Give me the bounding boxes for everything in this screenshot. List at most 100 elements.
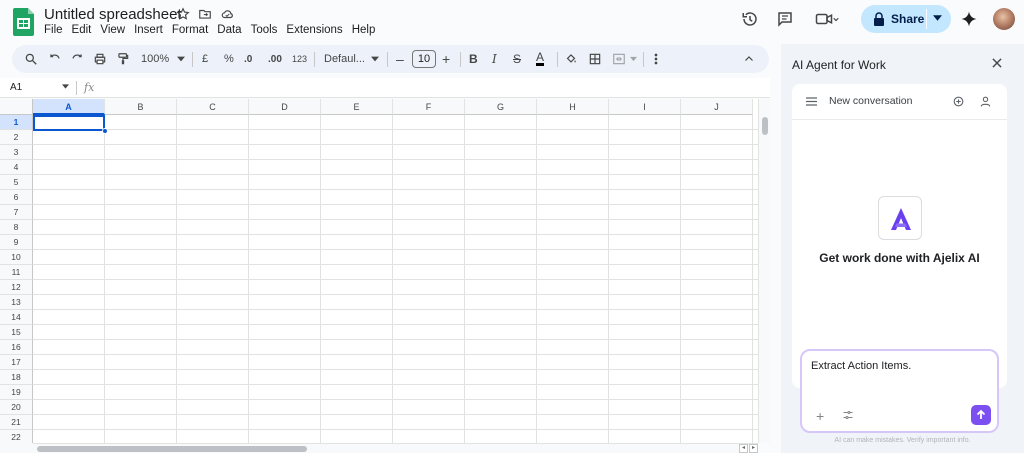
number-format-button[interactable]: 123 xyxy=(292,51,307,67)
font-size-input[interactable]: 10 xyxy=(412,50,436,68)
row-header-17[interactable]: 17 xyxy=(0,355,33,370)
hamburger-menu-icon[interactable] xyxy=(806,97,817,106)
borders-icon[interactable] xyxy=(588,51,602,67)
close-icon[interactable] xyxy=(990,56,1004,70)
italic-button[interactable]: I xyxy=(492,51,497,67)
menu-extensions[interactable]: Extensions xyxy=(286,24,347,36)
menu-help[interactable]: Help xyxy=(352,24,381,36)
redo-icon[interactable] xyxy=(70,51,84,67)
gemini-spark-icon[interactable] xyxy=(960,10,978,28)
sheets-logo-icon[interactable] xyxy=(12,6,36,36)
row-header-14[interactable]: 14 xyxy=(0,310,33,325)
row-header-8[interactable]: 8 xyxy=(0,220,33,235)
name-box[interactable]: A1 xyxy=(10,82,22,93)
document-title[interactable]: Untitled spreadsheet xyxy=(44,6,182,23)
decrease-decimal-button[interactable]: .0 xyxy=(244,51,252,67)
text-color-button[interactable]: A xyxy=(536,50,545,66)
vertical-scroll-thumb[interactable] xyxy=(762,117,768,135)
currency-format-button[interactable]: £ xyxy=(202,51,208,67)
row-header-4[interactable]: 4 xyxy=(0,160,33,175)
scroll-left-icon[interactable]: ◂ xyxy=(739,444,748,453)
menu-tools[interactable]: Tools xyxy=(251,24,283,36)
row-header-15[interactable]: 15 xyxy=(0,325,33,340)
strikethrough-button[interactable]: S xyxy=(513,51,521,67)
row-header-7[interactable]: 7 xyxy=(0,205,33,220)
menu-file[interactable]: File xyxy=(44,24,68,36)
settings-sliders-icon[interactable] xyxy=(842,409,854,421)
spreadsheet-grid[interactable]: A B C D E F G H I J 1 2 3 4 5 6 7 8 9 10 11 12 13 14 15 16 17 18 19 2… xyxy=(0,99,758,443)
horizontal-scroll-thumb[interactable] xyxy=(37,446,307,452)
row-header-20[interactable]: 20 xyxy=(0,400,33,415)
zoom-dropdown-icon[interactable] xyxy=(177,51,185,67)
chat-input[interactable]: Extract Action Items. + xyxy=(800,349,999,433)
row-header-2[interactable]: 2 xyxy=(0,130,33,145)
fill-color-icon[interactable] xyxy=(564,51,578,67)
menu-insert[interactable]: Insert xyxy=(134,24,168,36)
menu-view[interactable]: View xyxy=(100,24,130,36)
star-icon[interactable] xyxy=(176,7,190,21)
collapse-toolbar-icon[interactable] xyxy=(743,51,755,67)
merge-dropdown-icon[interactable] xyxy=(630,51,637,67)
row-header-21[interactable]: 21 xyxy=(0,415,33,430)
search-menus-icon[interactable] xyxy=(24,51,38,67)
more-options-icon[interactable] xyxy=(651,51,661,67)
column-header-j[interactable]: J xyxy=(681,99,753,115)
undo-icon[interactable] xyxy=(48,51,62,67)
column-header-h[interactable]: H xyxy=(537,99,609,115)
menu-format[interactable]: Format xyxy=(172,24,213,36)
menu-edit[interactable]: Edit xyxy=(72,24,97,36)
meet-video-icon[interactable] xyxy=(815,10,839,28)
account-icon[interactable] xyxy=(979,95,992,108)
name-box-dropdown-icon[interactable] xyxy=(62,84,69,89)
comments-icon[interactable] xyxy=(776,10,794,28)
fill-handle[interactable] xyxy=(102,128,108,134)
zoom-select[interactable]: 100% xyxy=(141,51,169,67)
column-header-f[interactable]: F xyxy=(393,99,465,115)
font-select[interactable]: Defaul... xyxy=(324,51,365,67)
row-header-9[interactable]: 9 xyxy=(0,235,33,250)
bold-button[interactable]: B xyxy=(469,51,478,67)
row-header-1[interactable]: 1 xyxy=(0,115,33,130)
row-header-16[interactable]: 16 xyxy=(0,340,33,355)
selected-cell-a1[interactable] xyxy=(33,115,105,131)
row-header-12[interactable]: 12 xyxy=(0,280,33,295)
new-chat-icon[interactable] xyxy=(952,95,965,108)
column-header-c[interactable]: C xyxy=(177,99,249,115)
row-header-19[interactable]: 19 xyxy=(0,385,33,400)
row-header-13[interactable]: 13 xyxy=(0,295,33,310)
percent-format-button[interactable]: % xyxy=(224,51,234,67)
vertical-scrollbar[interactable] xyxy=(758,99,770,443)
row-header-22[interactable]: 22 xyxy=(0,430,33,443)
scroll-right-icon[interactable]: ▸ xyxy=(749,444,758,453)
merge-cells-icon[interactable] xyxy=(612,51,626,67)
row-header-10[interactable]: 10 xyxy=(0,250,33,265)
row-header-11[interactable]: 11 xyxy=(0,265,33,280)
share-dropdown-icon[interactable] xyxy=(933,15,942,21)
menu-data[interactable]: Data xyxy=(217,24,246,36)
move-folder-icon[interactable] xyxy=(198,7,212,21)
column-header-d[interactable]: D xyxy=(249,99,321,115)
row-header-3[interactable]: 3 xyxy=(0,145,33,160)
column-header-e[interactable]: E xyxy=(321,99,393,115)
column-header-a[interactable]: A xyxy=(33,99,105,115)
select-all-corner[interactable] xyxy=(0,99,33,115)
share-button[interactable]: Share xyxy=(861,5,951,33)
version-history-icon[interactable] xyxy=(741,10,759,28)
column-header-i[interactable]: I xyxy=(609,99,681,115)
horizontal-scrollbar[interactable] xyxy=(33,443,758,453)
font-dropdown-icon[interactable] xyxy=(371,51,379,67)
increase-decimal-button[interactable]: .00 xyxy=(268,51,282,67)
row-header-6[interactable]: 6 xyxy=(0,190,33,205)
avatar[interactable] xyxy=(993,8,1015,30)
cloud-status-icon[interactable] xyxy=(220,7,235,21)
paint-format-icon[interactable] xyxy=(116,51,130,67)
row-header-5[interactable]: 5 xyxy=(0,175,33,190)
column-header-g[interactable]: G xyxy=(465,99,537,115)
decrease-font-size-button[interactable]: – xyxy=(396,51,404,67)
attach-plus-icon[interactable]: + xyxy=(816,408,824,424)
column-header-b[interactable]: B xyxy=(105,99,177,115)
chat-input-text[interactable]: Extract Action Items. xyxy=(811,360,911,372)
print-icon[interactable] xyxy=(93,51,107,67)
row-header-18[interactable]: 18 xyxy=(0,370,33,385)
increase-font-size-button[interactable]: + xyxy=(442,51,450,67)
